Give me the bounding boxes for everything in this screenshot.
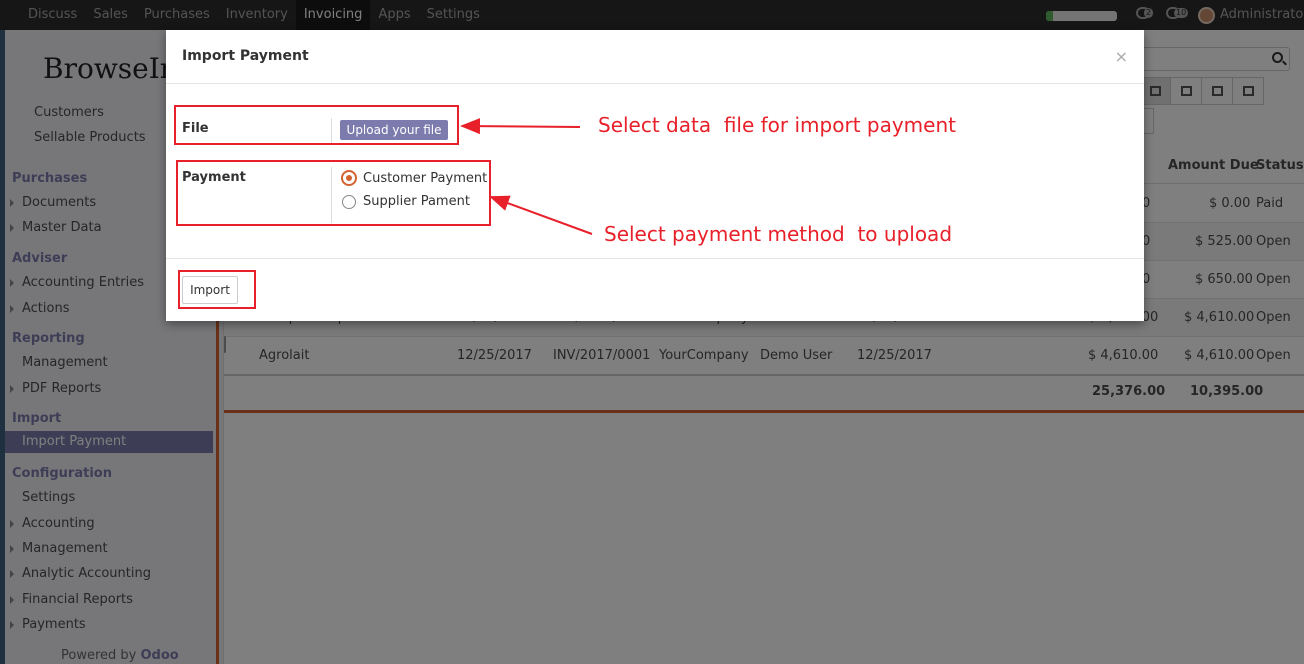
file-annotation: Select data file for import payment — [598, 113, 956, 137]
payment-arrow — [489, 195, 593, 235]
annotation-arrows — [460, 118, 593, 235]
payment-annotation: Select payment method to upload — [604, 222, 953, 246]
file-arrow — [460, 118, 581, 135]
